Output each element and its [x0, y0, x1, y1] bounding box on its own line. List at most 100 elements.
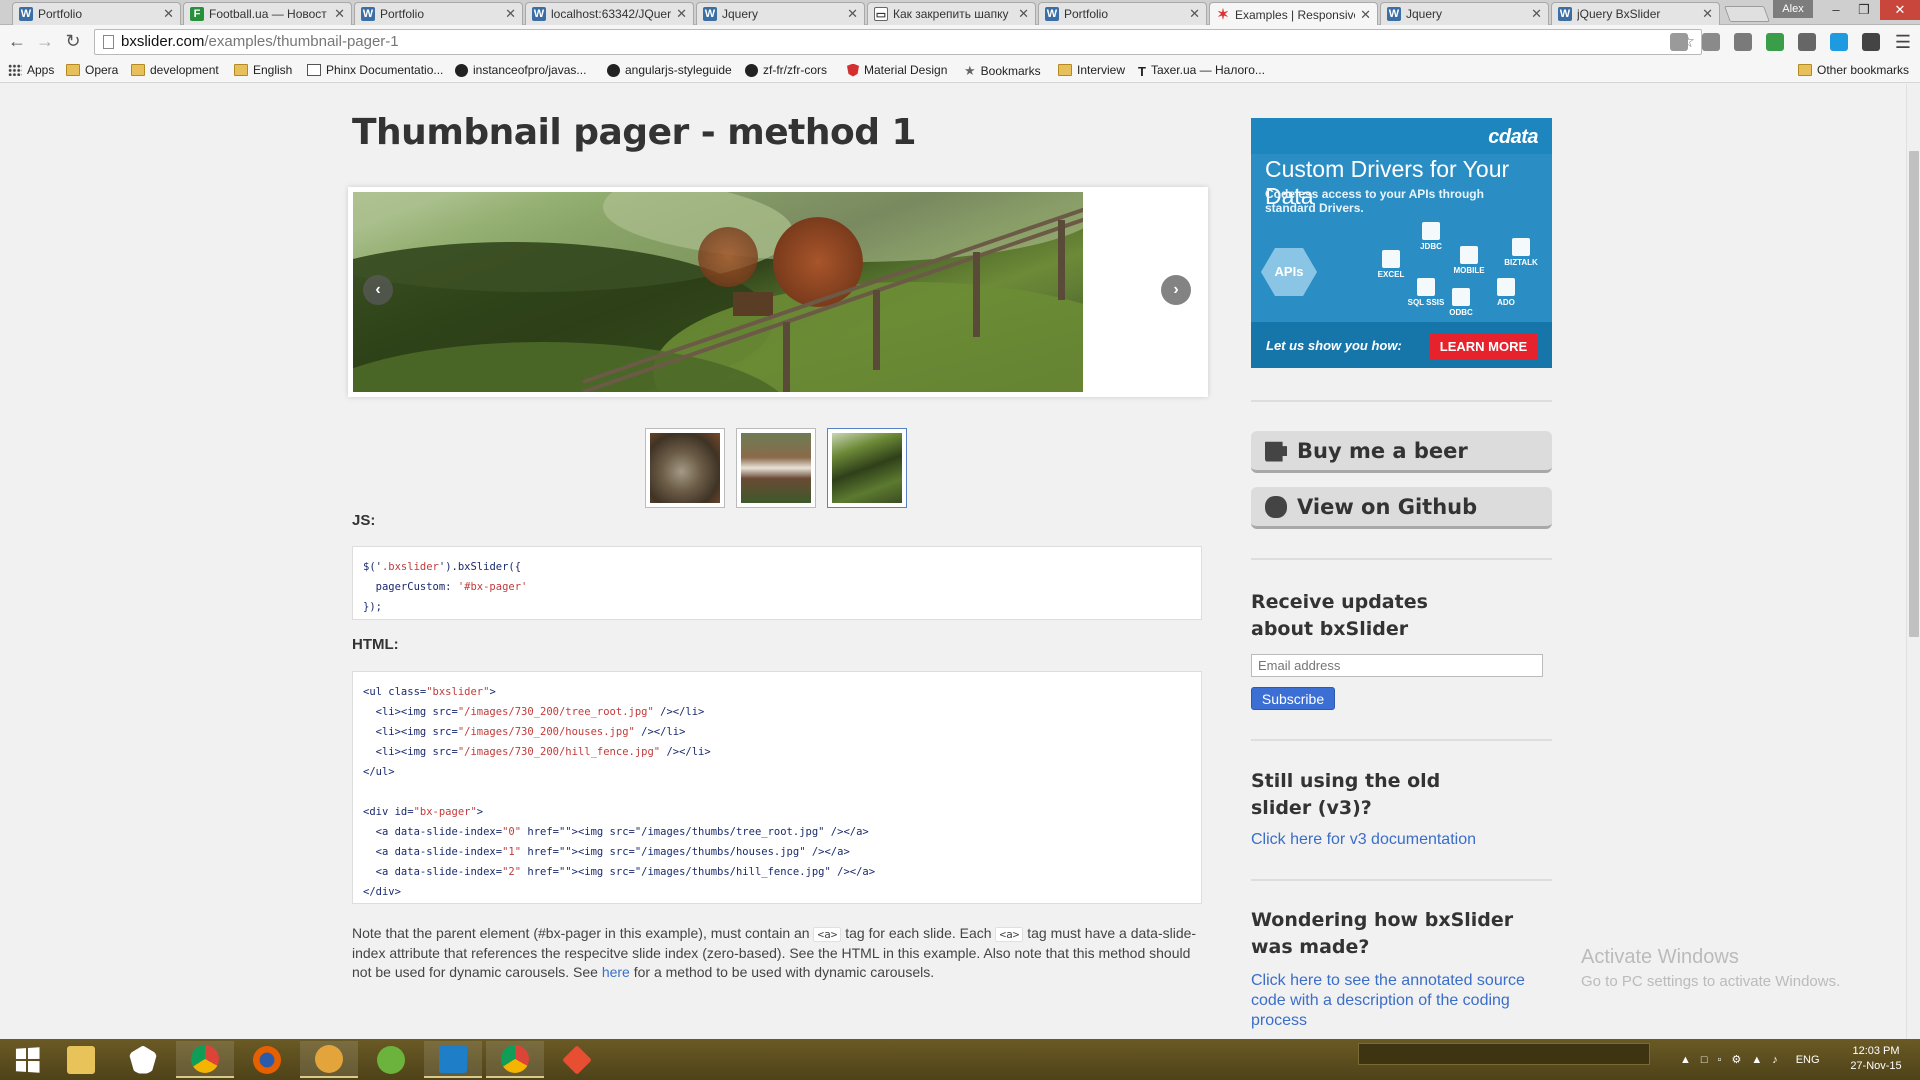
bookmark-item[interactable]: T Taxer.ua — Налого...: [1138, 63, 1265, 79]
taskbar-toolbar-field[interactable]: [1358, 1043, 1650, 1065]
file-explorer-taskbar-icon[interactable]: [52, 1041, 110, 1078]
reload-icon[interactable]: ↻: [62, 31, 84, 52]
pager-thumb-tree-root[interactable]: [645, 428, 725, 508]
extension-icon[interactable]: [1702, 33, 1720, 51]
extension-icon[interactable]: [1830, 33, 1848, 51]
slider-next-button[interactable]: ›: [1161, 275, 1191, 305]
tab-close-icon[interactable]: ✕: [1531, 6, 1542, 22]
tab-close-icon[interactable]: ✕: [1189, 6, 1200, 22]
bookmark-item[interactable]: Material Design: [847, 63, 947, 77]
utorrent-taskbar-icon[interactable]: [362, 1041, 420, 1078]
pager-thumb-hill-fence[interactable]: [827, 428, 907, 508]
bookmark-item[interactable]: Apps: [8, 63, 54, 77]
bookmark-item[interactable]: Opera: [66, 63, 118, 77]
bookmark-item[interactable]: Phinx Documentatio...: [307, 63, 443, 77]
user-profile-badge[interactable]: Alex: [1773, 0, 1813, 18]
browser-tab[interactable]: Wlocalhost:63342/JQuer ✕: [525, 2, 694, 25]
bookmark-item[interactable]: angularjs-styleguide: [607, 63, 732, 77]
browser-tab[interactable]: W Portfolio ✕: [12, 2, 181, 25]
scrollbar-thumb[interactable]: [1909, 151, 1919, 637]
browser-tab[interactable]: ▭ Как закрепить шапку ✕: [867, 2, 1036, 25]
email-input[interactable]: [1251, 654, 1543, 677]
browser-tab[interactable]: W Portfolio ✕: [1038, 2, 1207, 25]
bookmark-item[interactable]: development: [131, 63, 219, 77]
tab-close-icon[interactable]: ✕: [334, 6, 345, 22]
tab-close-icon[interactable]: ✕: [1360, 7, 1371, 23]
code-token: <ul class=: [363, 686, 427, 698]
extension-icon[interactable]: [1798, 33, 1816, 51]
code-token: <div id=: [363, 806, 414, 818]
learn-more-button[interactable]: LEARN MORE: [1429, 333, 1538, 360]
language-indicator[interactable]: ENG: [1796, 1054, 1820, 1066]
other-bookmarks[interactable]: Other bookmarks: [1798, 63, 1909, 77]
tab-close-icon[interactable]: ✕: [505, 6, 516, 22]
chrome-taskbar-icon[interactable]: [486, 1041, 544, 1078]
forward-arrow-icon[interactable]: →: [34, 31, 56, 52]
firefox-taskbar-icon[interactable]: [238, 1041, 296, 1078]
bookmark-label: Bookmarks: [980, 64, 1041, 78]
slide-image-hill-fence: [353, 192, 1083, 392]
code-token: href=""><img src="/images/thumbs/tree_ro…: [521, 826, 869, 838]
slider-prev-button[interactable]: ‹: [363, 275, 393, 305]
browser-tab[interactable]: F Football.ua — Новост ✕: [183, 2, 352, 25]
bookmark-item[interactable]: zf-fr/zfr-cors: [745, 63, 827, 77]
divider: [1251, 879, 1552, 881]
pager-thumb-houses[interactable]: [736, 428, 816, 508]
start-button[interactable]: [4, 1039, 50, 1080]
extension-icon[interactable]: [1670, 33, 1688, 51]
tab-close-icon[interactable]: ✕: [163, 6, 174, 22]
minimize-icon[interactable]: –: [1822, 0, 1850, 20]
volume-icon[interactable]: ♪: [1772, 1054, 1778, 1066]
tray-icon[interactable]: □: [1701, 1054, 1708, 1066]
browser-tab[interactable]: ✶ Examples | Responsive ✕: [1209, 2, 1378, 26]
cdata-advertisement[interactable]: cdata Custom Drivers for Your Data Codel…: [1251, 118, 1552, 368]
buy-me-a-beer-button[interactable]: Buy me a beer: [1251, 431, 1552, 473]
tray-icon[interactable]: ⚙: [1731, 1053, 1741, 1066]
js-code-block: $('.bxslider').bxSlider({ pagerCustom: '…: [352, 546, 1202, 620]
app-taskbar-icon[interactable]: [114, 1041, 172, 1078]
tab-close-icon[interactable]: ✕: [1018, 6, 1029, 22]
clock[interactable]: 12:03 PM 27-Nov-15: [1838, 1044, 1914, 1074]
browser-tab[interactable]: W Jquery ✕: [696, 2, 865, 25]
tab-close-icon[interactable]: ✕: [1702, 6, 1713, 22]
browser-toolbar: ← → ↻ bxslider.com/examples/thumbnail-pa…: [0, 25, 1920, 59]
browser-tab[interactable]: W Portfolio ✕: [354, 2, 523, 25]
back-arrow-icon[interactable]: ←: [6, 31, 28, 52]
git-taskbar-icon[interactable]: [548, 1041, 606, 1078]
bookmark-item[interactable]: instanceofpro/javas...: [455, 63, 586, 77]
new-tab-button[interactable]: [1724, 6, 1770, 22]
page-scrollbar[interactable]: [1906, 84, 1920, 1039]
subscribe-button[interactable]: Subscribe: [1251, 687, 1335, 710]
annotated-source-link[interactable]: Click here to see the annotated source c…: [1251, 971, 1531, 1031]
tab-close-icon[interactable]: ✕: [847, 6, 858, 22]
browser-tab[interactable]: WjQuery BxSlider ✕: [1551, 2, 1720, 25]
pocket-icon[interactable]: [1862, 33, 1880, 51]
webstorm-taskbar-icon[interactable]: [424, 1041, 482, 1078]
v3-docs-link[interactable]: Click here for v3 documentation: [1251, 830, 1552, 850]
code-token: ').bxSlider({: [438, 561, 522, 573]
tray-icon[interactable]: ▫: [1718, 1054, 1722, 1066]
here-link[interactable]: here: [602, 964, 630, 980]
chrome-taskbar-icon[interactable]: [176, 1041, 234, 1078]
network-icon[interactable]: ▲: [1751, 1054, 1762, 1066]
view-on-github-button[interactable]: View on Github: [1251, 487, 1552, 529]
bookmark-item[interactable]: English: [234, 63, 292, 77]
note-text: for a method to be used with dynamic car…: [629, 964, 935, 980]
star-icon: ✶: [1217, 6, 1229, 22]
code-string: "/images/730_200/hill_fence.jpg": [457, 746, 661, 758]
bookmark-item[interactable]: Interview: [1058, 63, 1125, 77]
app-taskbar-icon[interactable]: [300, 1041, 358, 1078]
google-drive-icon[interactable]: [1766, 33, 1784, 51]
tray-up-arrow-icon[interactable]: ▲: [1680, 1054, 1691, 1066]
tab-close-icon[interactable]: ✕: [676, 6, 687, 22]
close-window-icon[interactable]: ✕: [1880, 0, 1920, 20]
browser-tab[interactable]: W Jquery ✕: [1380, 2, 1549, 25]
bookmark-item[interactable]: ★ Bookmarks: [964, 63, 1041, 79]
w-icon: W: [1558, 7, 1572, 21]
extension-icon[interactable]: [1734, 33, 1752, 51]
maximize-icon[interactable]: ❐: [1850, 0, 1878, 20]
menu-icon[interactable]: ☰: [1894, 33, 1912, 51]
code-line: <a data-slide-index="1" href=""><img src…: [363, 842, 1191, 862]
ad-subtitle: Codeless access to your APIs through sta…: [1265, 187, 1484, 215]
address-bar[interactable]: bxslider.com/examples/thumbnail-pager-1 …: [94, 29, 1702, 55]
